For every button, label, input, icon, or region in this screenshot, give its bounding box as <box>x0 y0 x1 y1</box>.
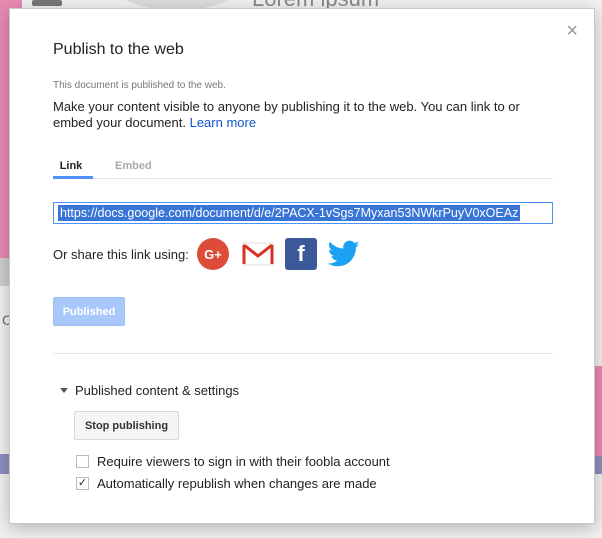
publish-url-text[interactable]: https://docs.google.com/document/d/e/2PA… <box>58 205 521 221</box>
auto-republish-checkbox[interactable]: ✓ <box>76 477 89 490</box>
triangle-down-icon <box>60 388 68 393</box>
published-settings-toggle[interactable]: Published content & settings <box>60 383 239 398</box>
published-button[interactable]: Published <box>53 297 125 326</box>
publish-status: This document is published to the web. <box>53 80 226 91</box>
dialog-title: Publish to the web <box>53 41 184 58</box>
learn-more-link[interactable]: Learn more <box>190 115 256 130</box>
background-bar <box>32 0 62 6</box>
section-divider <box>53 353 553 354</box>
tab-embed[interactable]: Embed <box>115 160 152 172</box>
tab-link[interactable]: Link <box>53 160 93 179</box>
google-plus-icon[interactable]: G+ <box>197 238 229 270</box>
tab-bar: Link Embed <box>53 157 553 179</box>
dialog-description: Make your content visible to anyone by p… <box>53 99 553 131</box>
require-signin-checkbox[interactable] <box>76 455 89 468</box>
require-signin-label: Require viewers to sign in with their fo… <box>97 454 390 469</box>
published-settings-label: Published content & settings <box>75 383 240 398</box>
auto-republish-option[interactable]: ✓ Automatically republish when changes a… <box>76 476 377 491</box>
twitter-icon[interactable] <box>328 238 360 270</box>
close-icon[interactable]: × <box>566 21 578 41</box>
description-text: Make your content visible to anyone by p… <box>53 99 520 130</box>
require-signin-option[interactable]: Require viewers to sign in with their fo… <box>76 454 390 469</box>
auto-republish-label: Automatically republish when changes are… <box>97 476 377 491</box>
gmail-icon[interactable] <box>242 238 274 270</box>
publish-dialog: × Publish to the web This document is pu… <box>9 8 595 524</box>
stop-publishing-button[interactable]: Stop publishing <box>74 411 179 440</box>
facebook-icon[interactable]: f <box>285 238 317 270</box>
share-label: Or share this link using: <box>53 247 189 262</box>
